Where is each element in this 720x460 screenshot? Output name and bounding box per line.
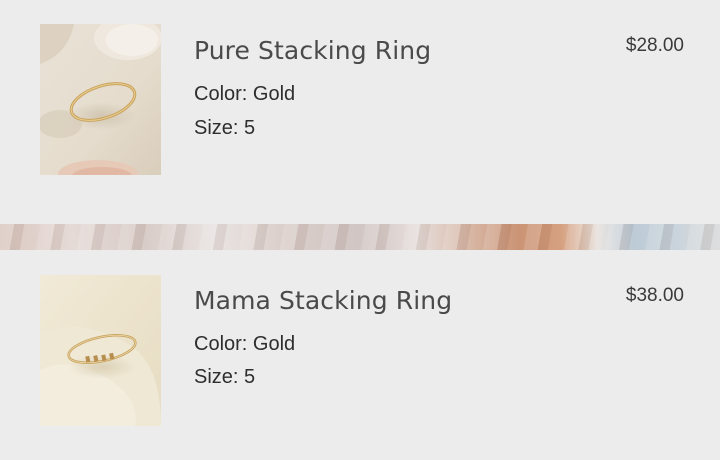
product-price: $38.00: [625, 285, 684, 306]
product-color: Color: Gold: [194, 83, 296, 105]
engraved-gold-ring-photo-icon: [40, 275, 161, 426]
product-image-pure-stacking-ring[interactable]: [40, 24, 161, 175]
product-price: $28.00: [625, 35, 684, 56]
decorative-divider-image: [0, 224, 720, 250]
gold-ring-photo-icon: [40, 24, 161, 175]
cart-item-list: Pure Stacking Ring Color: Gold Size: 5 $…: [0, 0, 720, 460]
cart-item: Mama Stacking Ring Color: Gold Size: 5 $…: [0, 250, 720, 460]
product-size: Size: 5: [194, 366, 256, 388]
product-size: Size: 5: [194, 117, 256, 139]
product-image-mama-stacking-ring[interactable]: [40, 275, 161, 426]
product-name[interactable]: Pure Stacking Ring: [194, 36, 431, 65]
product-name[interactable]: Mama Stacking Ring: [194, 286, 452, 315]
cart-item: Pure Stacking Ring Color: Gold Size: 5 $…: [0, 0, 720, 224]
product-color: Color: Gold: [194, 333, 296, 355]
